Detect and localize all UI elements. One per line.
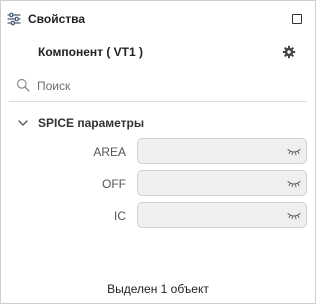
selection-status: Выделен 1 объект: [107, 282, 209, 296]
search-bar: [9, 71, 307, 102]
eye-closed-icon[interactable]: [287, 180, 301, 188]
param-label: AREA: [93, 145, 126, 159]
maximize-button[interactable]: [292, 14, 302, 24]
param-field: [137, 202, 307, 228]
param-row-area: AREA: [1, 138, 315, 166]
sliders-icon: [7, 12, 21, 26]
param-label: OFF: [102, 177, 126, 191]
search-input[interactable]: [37, 75, 297, 97]
chevron-down-icon: [18, 120, 28, 126]
eye-closed-icon[interactable]: [287, 148, 301, 156]
param-row-off: OFF: [1, 170, 315, 198]
section-title: SPICE параметры: [38, 116, 145, 130]
param-label: IC: [114, 209, 126, 223]
component-title: Компонент ( VT1 ): [38, 45, 143, 59]
ic-input[interactable]: [144, 207, 274, 223]
component-row: Компонент ( VT1 ): [1, 37, 315, 67]
properties-panel: Свойства Компонент ( VT1 ) Поиск SPICE п…: [0, 0, 316, 304]
off-input[interactable]: [144, 175, 274, 191]
eye-closed-icon[interactable]: [287, 212, 301, 220]
param-field: [137, 170, 307, 196]
param-row-ic: IC: [1, 202, 315, 230]
param-field: [137, 138, 307, 164]
search-icon: [16, 78, 30, 92]
panel-header: Свойства: [1, 1, 315, 37]
spice-params-section-header[interactable]: SPICE параметры: [1, 111, 315, 135]
area-input[interactable]: [144, 143, 274, 159]
panel-title: Свойства: [28, 12, 86, 26]
gear-icon[interactable]: [282, 45, 296, 59]
